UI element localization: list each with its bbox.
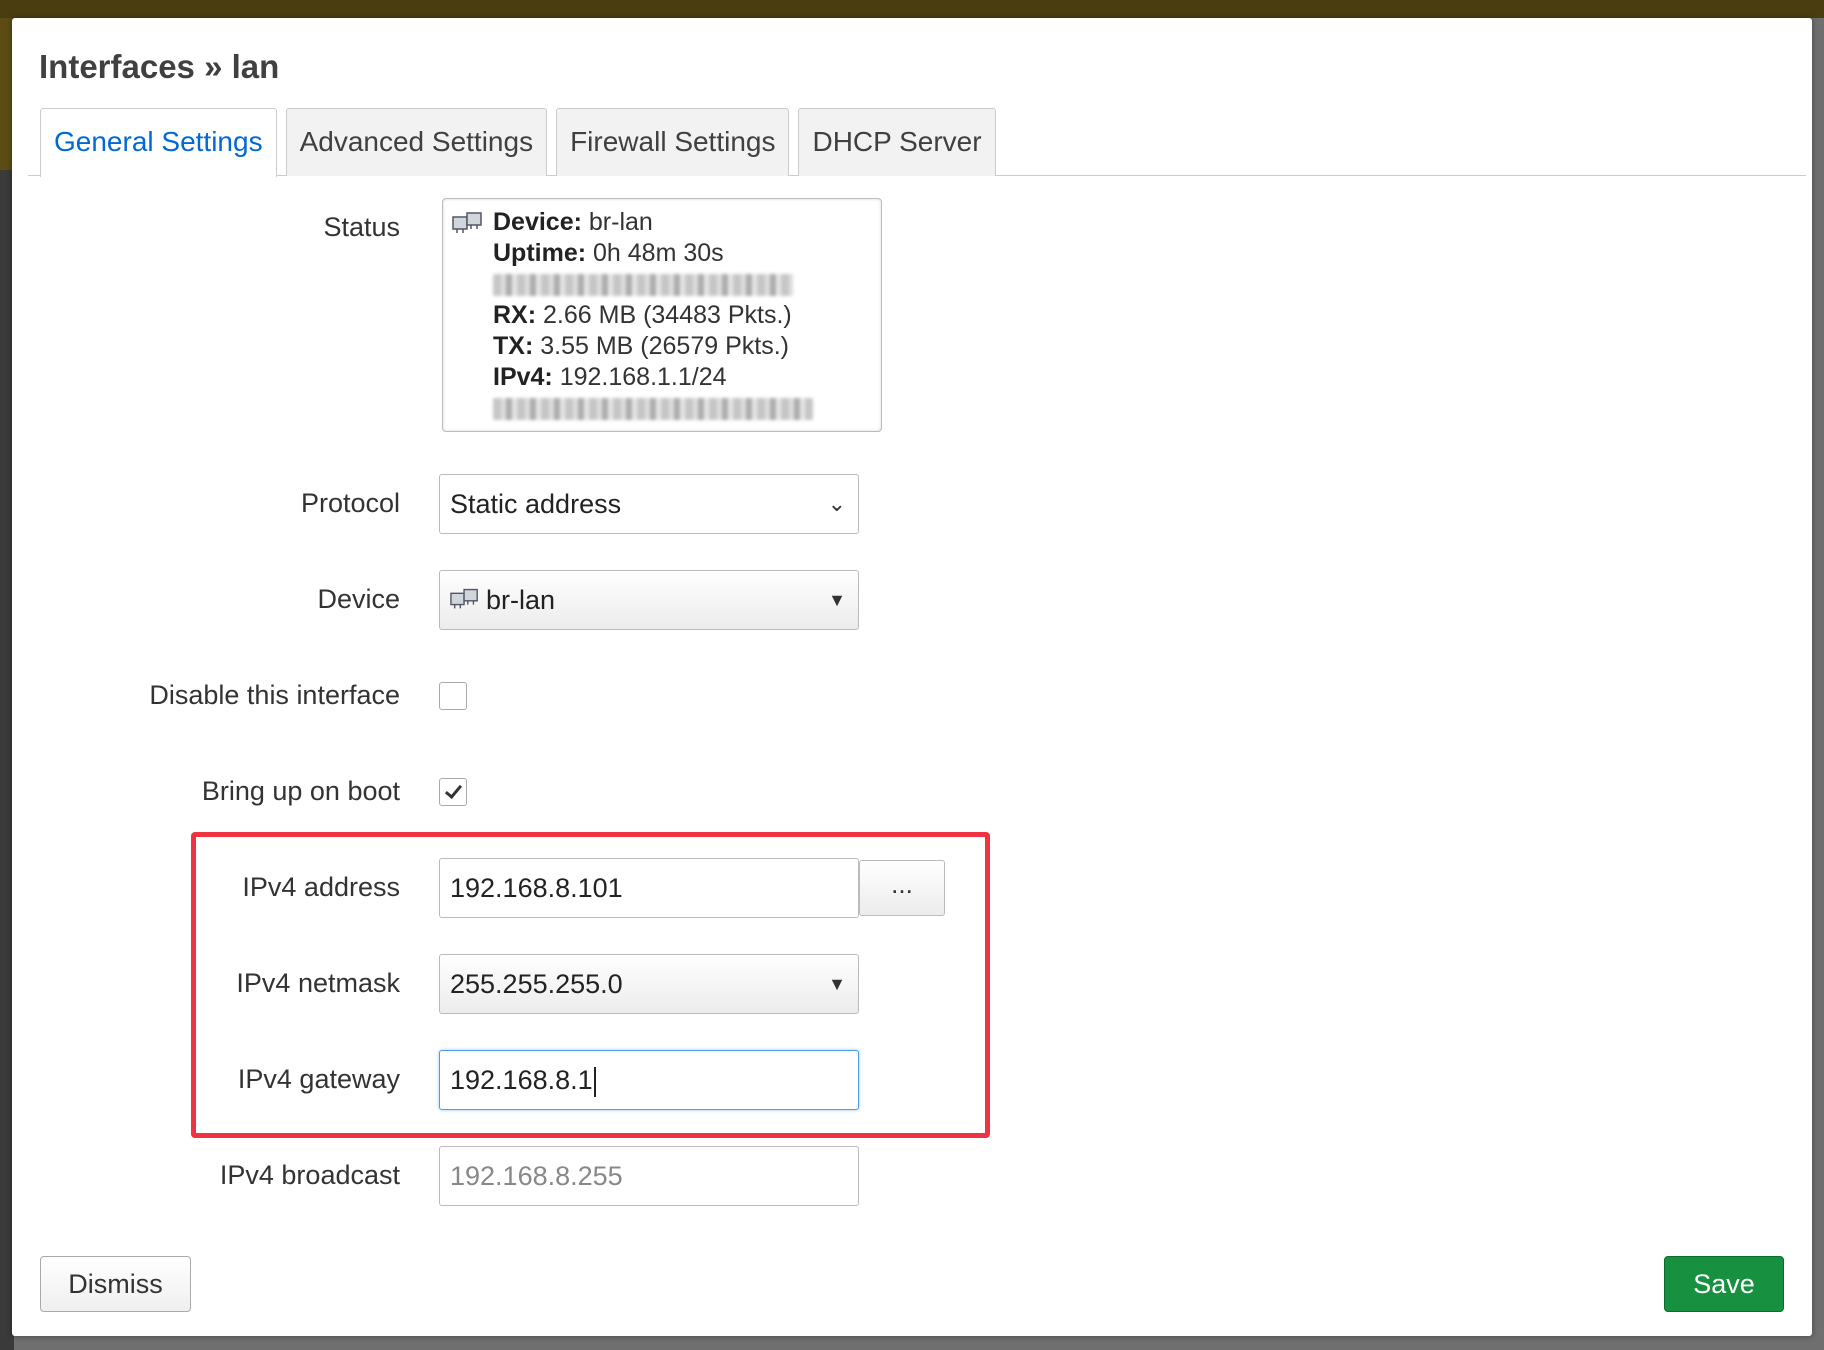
status-box: Device: br-lan Uptime: 0h 48m 30s RX: 2.… — [442, 198, 882, 432]
device-select[interactable]: br-lan ▼ — [439, 570, 859, 630]
checkmark-icon — [444, 780, 463, 800]
status-rx-line: RX: 2.66 MB (34483 Pkts.) — [493, 301, 792, 329]
bring-up-on-boot-checkbox[interactable] — [439, 778, 467, 806]
status-tx-line: TX: 3.55 MB (26579 Pkts.) — [493, 332, 789, 360]
tab-general-settings[interactable]: General Settings — [40, 108, 277, 177]
redacted-ipv6-line — [493, 398, 813, 420]
protocol-select[interactable]: Static address ⌄ — [439, 474, 859, 534]
disable-interface-checkbox[interactable] — [439, 682, 467, 710]
network-device-icon — [450, 573, 480, 631]
save-button[interactable]: Save — [1664, 1256, 1784, 1312]
dialog-title: Interfaces » lan — [39, 48, 280, 85]
redacted-mac-line — [493, 274, 793, 296]
device-label: Device — [317, 584, 400, 614]
disable-interface-label: Disable this interface — [149, 680, 400, 710]
background-header-strip — [0, 0, 1824, 18]
dismiss-button[interactable]: Dismiss — [40, 1256, 191, 1312]
tab-dhcp-server[interactable]: DHCP Server — [798, 108, 996, 176]
status-ipv4-line: IPv4: 192.168.1.1/24 — [493, 363, 727, 391]
dropdown-arrow-icon: ▼ — [828, 590, 846, 610]
status-uptime-line: Uptime: 0h 48m 30s — [493, 239, 724, 267]
device-value: br-lan — [486, 585, 556, 615]
status-label: Status — [323, 212, 400, 242]
protocol-value: Static address — [450, 489, 622, 519]
ipv4-broadcast-input[interactable]: 192.168.8.255 — [439, 1146, 859, 1206]
interface-edit-dialog: Interfaces » lan General Settings Advanc… — [12, 18, 1812, 1336]
network-device-icon — [452, 209, 484, 243]
ipv4-broadcast-label: IPv4 broadcast — [219, 1160, 400, 1190]
tab-bar: General Settings Advanced Settings Firew… — [28, 108, 1806, 177]
bring-up-on-boot-label: Bring up on boot — [201, 776, 400, 806]
highlight-box — [191, 832, 990, 1138]
protocol-label: Protocol — [300, 488, 400, 518]
status-device-line: Device: br-lan — [493, 208, 653, 236]
tab-firewall-settings[interactable]: Firewall Settings — [556, 108, 790, 176]
tab-advanced-settings[interactable]: Advanced Settings — [285, 108, 548, 176]
chevron-down-icon: ⌄ — [827, 491, 846, 516]
